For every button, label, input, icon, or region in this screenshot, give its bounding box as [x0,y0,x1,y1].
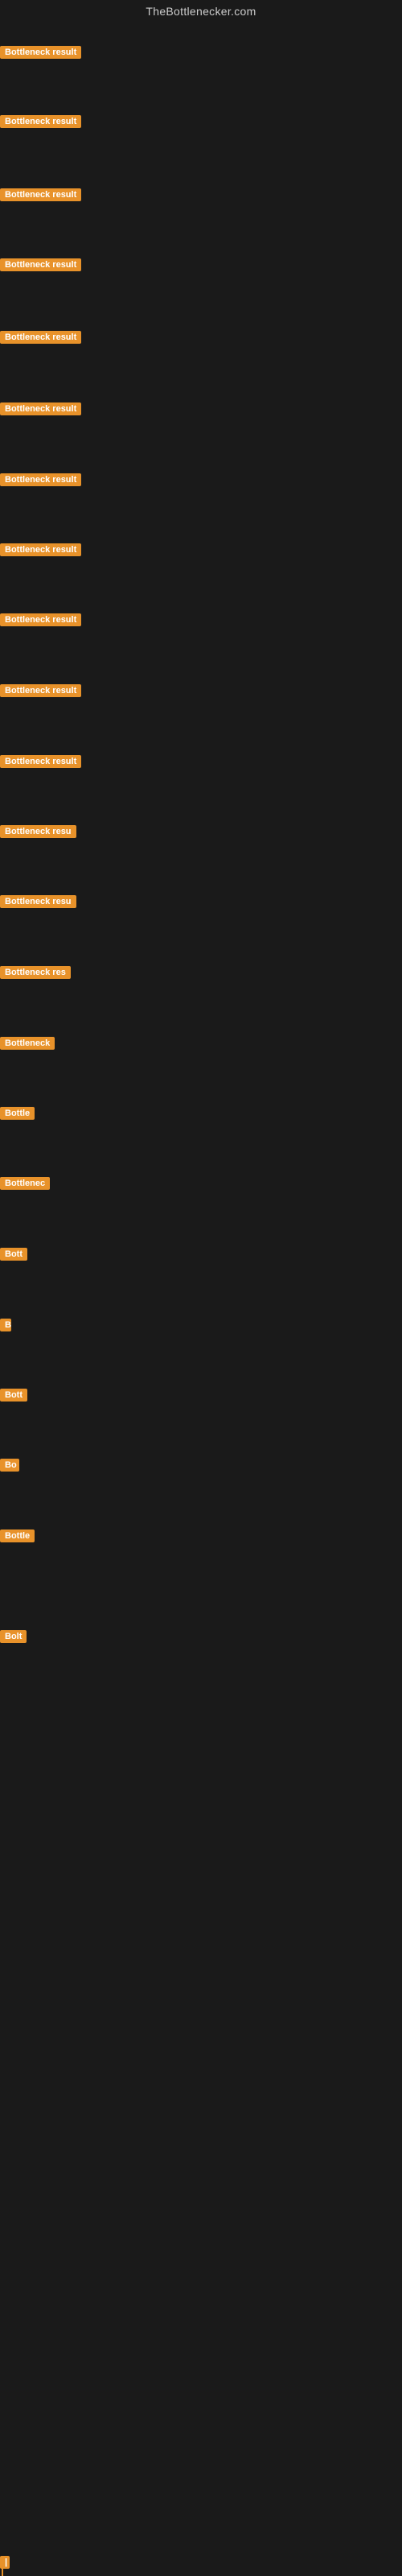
badge-row-4: Bottleneck result [0,331,81,348]
badge-row-10: Bottleneck result [0,755,81,772]
badge-row-2: Bottleneck result [0,188,81,205]
badge-row-13: Bottleneck res [0,966,71,983]
badge-row-0: Bottleneck result [0,46,81,63]
badge-row-3: Bottleneck result [0,258,81,275]
bottleneck-result-badge[interactable]: Bottleneck result [0,755,81,768]
bottleneck-result-badge[interactable]: Bo [0,1459,19,1472]
bottleneck-result-badge[interactable]: Bottle [0,1530,35,1542]
badge-row-11: Bottleneck resu [0,825,76,842]
badge-row-12: Bottleneck resu [0,895,76,912]
badge-row-21: Bottle [0,1530,35,1546]
badge-row-1: Bottleneck result [0,115,81,132]
badge-row-19: Bott [0,1389,27,1406]
bottleneck-result-badge[interactable]: Bottleneck result [0,188,81,201]
bottleneck-result-badge[interactable]: Bottleneck [0,1037,55,1050]
badge-row-8: Bottleneck result [0,613,81,630]
site-title: TheBottlenecker.com [0,0,402,24]
bottleneck-result-badge[interactable]: Bottleneck result [0,402,81,415]
bottleneck-result-badge[interactable]: Bott [0,1389,27,1402]
bottleneck-result-badge[interactable]: Bottleneck result [0,543,81,556]
bottleneck-result-badge[interactable]: Bottleneck result [0,613,81,626]
badge-row-9: Bottleneck result [0,684,81,701]
badge-row-6: Bottleneck result [0,473,81,490]
bottleneck-result-badge[interactable]: Bott [0,1248,27,1261]
bottleneck-result-badge[interactable]: Bottleneck result [0,331,81,344]
bottleneck-result-badge[interactable]: Bottle [0,1107,35,1120]
bottleneck-result-badge[interactable]: Bottleneck result [0,473,81,486]
badge-row-16: Bottlenec [0,1177,50,1194]
bottleneck-result-badge[interactable]: Bottleneck result [0,115,81,128]
bottleneck-result-badge[interactable]: Bottleneck res [0,966,71,979]
badge-row-7: Bottleneck result [0,543,81,560]
badge-row-17: Bott [0,1248,27,1265]
bottleneck-result-badge[interactable]: Bottleneck resu [0,895,76,908]
bottleneck-result-badge[interactable]: Bottleneck resu [0,825,76,838]
bottleneck-result-badge[interactable]: Bottleneck result [0,684,81,697]
badge-row-18: B [0,1319,11,1335]
bottleneck-result-badge[interactable]: Bolt [0,1630,27,1643]
badge-row-5: Bottleneck result [0,402,81,419]
vertical-line [2,2556,3,2576]
badge-row-20: Bo [0,1459,19,1476]
badge-row-22: Bolt [0,1630,27,1647]
bottleneck-result-badge[interactable]: B [0,1319,11,1331]
bottleneck-result-badge[interactable]: Bottleneck result [0,258,81,271]
badge-row-15: Bottle [0,1107,35,1124]
badge-row-14: Bottleneck [0,1037,55,1054]
bottleneck-result-badge[interactable]: Bottleneck result [0,46,81,59]
bottleneck-result-badge[interactable]: Bottlenec [0,1177,50,1190]
